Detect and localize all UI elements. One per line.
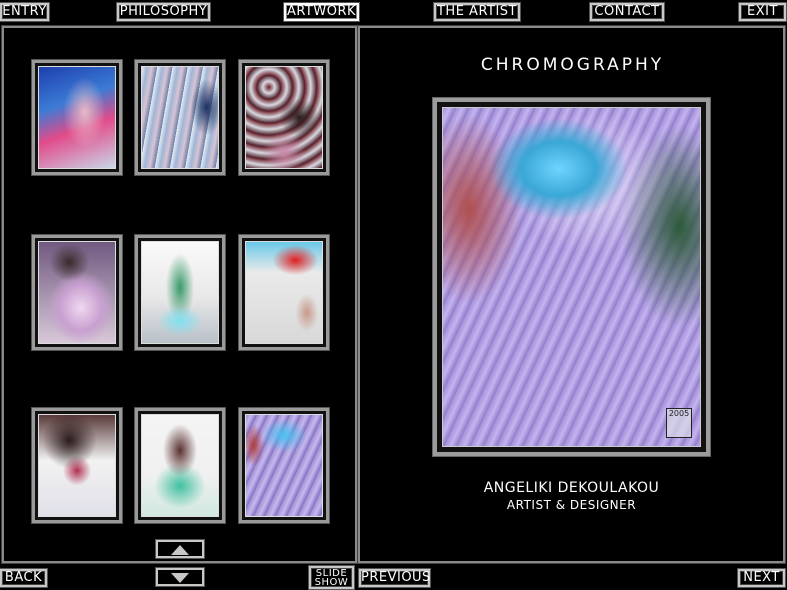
scroll-down-button[interactable] bbox=[155, 567, 205, 587]
slideshow-label-line2: SHOW bbox=[314, 577, 349, 588]
scroll-up-button[interactable] bbox=[155, 539, 205, 559]
back-button[interactable]: BACK bbox=[0, 568, 48, 588]
thumbnail-3[interactable] bbox=[238, 59, 330, 176]
thumbnail-2[interactable] bbox=[134, 59, 226, 176]
artist-name: ANGELIKI DEKOULAKOU bbox=[483, 480, 660, 496]
artwork-button[interactable]: ARTWORK bbox=[283, 2, 360, 22]
thumbnail-1[interactable] bbox=[31, 59, 123, 176]
thumbnail-5[interactable] bbox=[134, 234, 226, 351]
the-artist-button[interactable]: THE ARTIST bbox=[433, 2, 521, 22]
artist-role: ARTIST & DESIGNER bbox=[506, 498, 637, 512]
entry-button[interactable]: ENTRY bbox=[0, 2, 50, 22]
philosophy-button[interactable]: PHILOSOPHY bbox=[116, 2, 211, 22]
contact-button[interactable]: CONTACT bbox=[589, 2, 665, 22]
slideshow-button[interactable]: SLIDE SHOW bbox=[308, 565, 355, 590]
previous-button[interactable]: PREVIOUS bbox=[358, 568, 431, 588]
thumbnail-4[interactable] bbox=[31, 234, 123, 351]
arrow-up-icon bbox=[171, 545, 189, 555]
main-artwork-image: 2005 bbox=[442, 107, 701, 447]
signature-stamp: 2005 bbox=[666, 408, 692, 438]
arrow-down-icon bbox=[171, 573, 189, 583]
thumbnail-9[interactable] bbox=[238, 407, 330, 524]
gallery-title: CHROMOGRAPHY bbox=[480, 55, 665, 75]
next-button[interactable]: NEXT bbox=[737, 568, 786, 588]
exit-button[interactable]: EXIT bbox=[738, 2, 787, 22]
thumbnail-6[interactable] bbox=[238, 234, 330, 351]
thumbnail-7[interactable] bbox=[31, 407, 123, 524]
thumbnail-8[interactable] bbox=[134, 407, 226, 524]
main-artwork-frame: 2005 bbox=[432, 97, 711, 457]
